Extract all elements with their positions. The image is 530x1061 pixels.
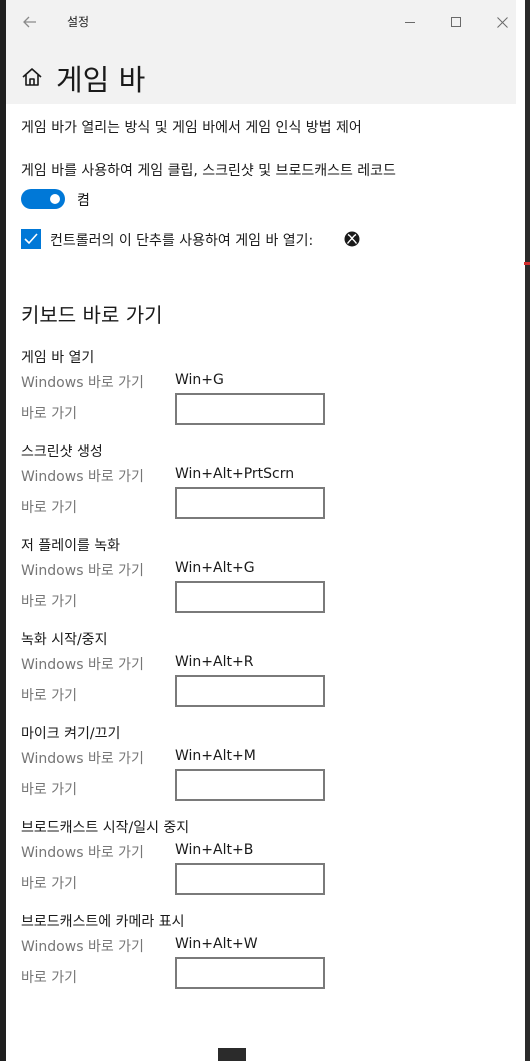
toggle-state-label: 켬: [77, 193, 90, 209]
page-description: 게임 바가 열리는 방식 및 게임 바에서 게임 인식 방법 제어: [21, 120, 362, 136]
custom-shortcut-label: 바로 가기: [21, 970, 77, 986]
windows-shortcut-label: Windows 바로 가기: [21, 845, 144, 861]
custom-shortcut-label: 바로 가기: [21, 406, 77, 422]
shortcut-group: 브로드캐스트에 카메라 표시 Windows 바로 가기 Win+Alt+W 바로 가…: [21, 911, 341, 1001]
windows-shortcut-value: Win+G: [175, 372, 224, 388]
windows-shortcut-label: Windows 바로 가기: [21, 563, 144, 579]
minimize-button[interactable]: [390, 8, 430, 36]
settings-window: 설정 게임 바 게임 바가 열리는 방식 및 게임 바에서 게임 인식 방법 제…: [6, 0, 516, 1061]
shortcut-group: 마이크 켜기/끄기 Windows 바로 가기 Win+Alt+M 바로 가기: [21, 723, 341, 813]
windows-shortcut-label: Windows 바로 가기: [21, 939, 144, 955]
home-icon: [22, 68, 42, 86]
custom-shortcut-label: 바로 가기: [21, 688, 77, 704]
custom-shortcut-input[interactable]: [175, 393, 325, 425]
windows-shortcut-value: Win+Alt+G: [175, 560, 255, 576]
custom-shortcut-label: 바로 가기: [21, 594, 77, 610]
windows-shortcut-value: Win+Alt+M: [175, 748, 256, 764]
shortcut-group: 스크린샷 생성 Windows 바로 가기 Win+Alt+PrtScrn 바로 가기: [21, 441, 341, 531]
window-title: 설정: [67, 15, 90, 29]
custom-shortcut-label: 바로 가기: [21, 500, 77, 516]
title-bar: 설정: [6, 0, 516, 44]
windows-shortcut-value: Win+Alt+R: [175, 654, 254, 670]
toggle-knob: [50, 194, 60, 204]
background-window-accent-line: [524, 262, 530, 265]
windows-shortcut-label: Windows 바로 가기: [21, 751, 144, 767]
custom-shortcut-input[interactable]: [175, 863, 325, 895]
maximize-button[interactable]: [436, 8, 476, 36]
window-bottom-edge: [218, 1048, 246, 1061]
custom-shortcut-input[interactable]: [175, 581, 325, 613]
custom-shortcut-input[interactable]: [175, 957, 325, 989]
page-title: 게임 바: [56, 63, 146, 97]
shortcut-group: 저 플레이를 녹화 Windows 바로 가기 Win+Alt+G 바로 가기: [21, 535, 341, 625]
record-toggle-switch[interactable]: [21, 189, 65, 209]
custom-shortcut-label: 바로 가기: [21, 782, 77, 798]
shortcut-name: 저 플레이를 녹화: [21, 538, 121, 554]
shortcut-group: 녹화 시작/중지 Windows 바로 가기 Win+Alt+R 바로 가기: [21, 629, 341, 719]
close-button[interactable]: [482, 8, 516, 36]
back-button[interactable]: [16, 8, 44, 36]
windows-shortcut-value: Win+Alt+B: [175, 842, 254, 858]
shortcut-name: 브로드캐스트 시작/일시 중지: [21, 820, 190, 836]
windows-shortcut-label: Windows 바로 가기: [21, 375, 144, 391]
shortcut-group: 브로드캐스트 시작/일시 중지 Windows 바로 가기 Win+Alt+B 바로 …: [21, 817, 341, 907]
page-header: 게임 바: [6, 44, 516, 104]
windows-shortcut-value: Win+Alt+PrtScrn: [175, 466, 295, 482]
windows-shortcut-label: Windows 바로 가기: [21, 657, 144, 673]
custom-shortcut-input[interactable]: [175, 487, 325, 519]
maximize-icon: [451, 17, 461, 27]
shortcut-name: 녹화 시작/중지: [21, 632, 108, 648]
shortcut-name: 마이크 켜기/끄기: [21, 726, 121, 742]
back-arrow-icon: [23, 16, 36, 28]
custom-shortcut-label: 바로 가기: [21, 876, 77, 892]
checkmark-icon: [24, 233, 38, 245]
windows-shortcut-label: Windows 바로 가기: [21, 469, 144, 485]
windows-shortcut-value: Win+Alt+W: [175, 936, 258, 952]
close-icon: [496, 16, 508, 28]
background-window-sliver: [525, 0, 530, 1061]
shortcut-name: 스크린샷 생성: [21, 444, 103, 460]
keyboard-shortcuts-heading: 키보드 바로 가기: [21, 303, 163, 327]
shortcut-group: 게임 바 열기 Windows 바로 가기 Win+G 바로 가기: [21, 347, 341, 437]
record-toggle-label: 게임 바를 사용하여 게임 클립, 스크린샷 및 브로드캐스트 레코드: [21, 163, 396, 179]
minimize-icon: [405, 22, 415, 23]
controller-checkbox-label: 컨트롤러의 이 단추를 사용하여 게임 바 열기:: [50, 233, 314, 249]
background-window-edge: [516, 0, 530, 1061]
shortcut-name: 브로드캐스트에 카메라 표시: [21, 914, 185, 930]
custom-shortcut-input[interactable]: [175, 675, 325, 707]
shortcut-name: 게임 바 열기: [21, 350, 95, 366]
xbox-icon: [344, 231, 360, 247]
controller-button-checkbox[interactable]: [21, 229, 41, 249]
custom-shortcut-input[interactable]: [175, 769, 325, 801]
